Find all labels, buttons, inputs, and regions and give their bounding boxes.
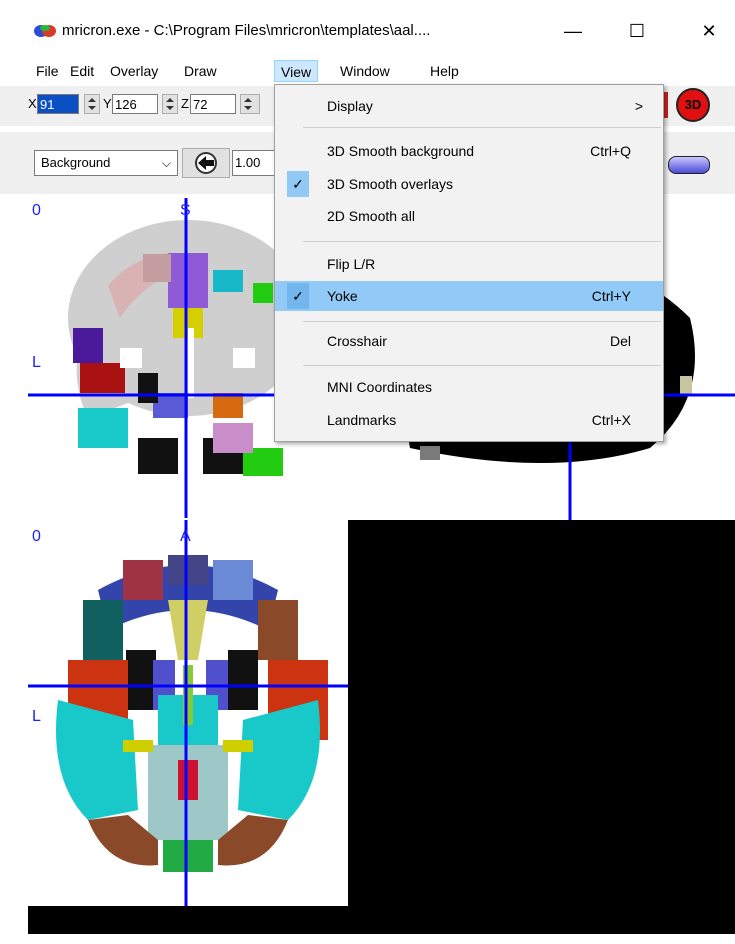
axial-origin-label: 0 (32, 528, 41, 545)
z-coordinate-input[interactable]: 72 (190, 94, 236, 114)
chevron-down-icon: ⌵ (161, 156, 171, 170)
menu-draw[interactable]: Draw (178, 60, 223, 82)
render-3d-button[interactable]: 3D (676, 88, 710, 122)
menu-separator (303, 365, 661, 366)
coronal-left-label: L (32, 354, 41, 371)
view-menu-dropdown: Display > 3D Smooth background Ctrl+Q ✓ … (274, 84, 664, 442)
y-label: Y (103, 96, 112, 111)
axial-top-label: A (180, 528, 191, 545)
menu-separator (303, 241, 661, 242)
menu-item-3d-smooth-overlays[interactable]: ✓ 3D Smooth overlays (275, 169, 663, 199)
menu-view[interactable]: View (274, 60, 319, 82)
window-title: mricron.exe - C:\Program Files\mricron\t… (62, 22, 431, 39)
menu-item-landmarks[interactable]: Landmarks Ctrl+X (275, 405, 663, 435)
x-label: X (28, 96, 37, 111)
y-coordinate-input[interactable]: 126 (112, 94, 158, 114)
axial-brain-regions (48, 550, 328, 872)
menu-file[interactable]: File (30, 60, 65, 82)
menu-item-mni-coordinates[interactable]: MNI Coordinates (275, 372, 663, 402)
coronal-origin-label: 0 (32, 202, 41, 219)
layer-select[interactable]: Background ⌵ (34, 150, 178, 176)
coronal-top-label: S (180, 202, 191, 219)
coronal-brain-regions (68, 220, 308, 476)
mricron-app-icon (34, 25, 56, 37)
arrow-left-icon (195, 152, 217, 174)
menu-separator (303, 321, 661, 322)
viewer-bottom-strip (28, 906, 735, 934)
checkmark-icon: ✓ (287, 283, 309, 309)
colorbar-icon[interactable] (668, 156, 710, 174)
menu-item-3d-smooth-background[interactable]: 3D Smooth background Ctrl+Q (275, 136, 663, 166)
chevron-right-icon: > (634, 98, 643, 114)
menu-item-display[interactable]: Display > (275, 91, 663, 121)
menu-separator (303, 127, 661, 128)
previous-layer-button[interactable] (182, 148, 230, 178)
x-coordinate-input[interactable]: 91 (37, 94, 79, 114)
axial-slice-view[interactable] (28, 520, 348, 906)
empty-viewer-panel (348, 520, 735, 906)
minimize-button[interactable]: — (550, 16, 596, 46)
menu-item-yoke[interactable]: ✓ Yoke Ctrl+Y (275, 281, 663, 311)
maximize-button[interactable]: ☐ (614, 16, 660, 46)
menu-help[interactable]: Help (424, 60, 465, 82)
menu-item-crosshair[interactable]: Crosshair Del (275, 326, 663, 356)
menu-window[interactable]: Window (334, 60, 396, 82)
menu-item-flip-lr[interactable]: Flip L/R (275, 249, 663, 279)
checkmark-icon: ✓ (287, 171, 309, 197)
menu-overlay[interactable]: Overlay (104, 60, 164, 82)
contrast-input[interactable]: 1.00 (232, 150, 276, 176)
menu-item-2d-smooth-all[interactable]: 2D Smooth all (275, 201, 663, 231)
close-button[interactable]: ✕ (686, 16, 732, 46)
axial-left-label: L (32, 708, 41, 725)
menu-edit[interactable]: Edit (64, 60, 100, 82)
x-spin-icon[interactable] (84, 94, 100, 114)
z-spin-icon[interactable] (240, 94, 260, 114)
y-spin-icon[interactable] (162, 94, 178, 114)
z-label: Z (181, 96, 189, 111)
layer-select-value: Background (41, 155, 111, 170)
